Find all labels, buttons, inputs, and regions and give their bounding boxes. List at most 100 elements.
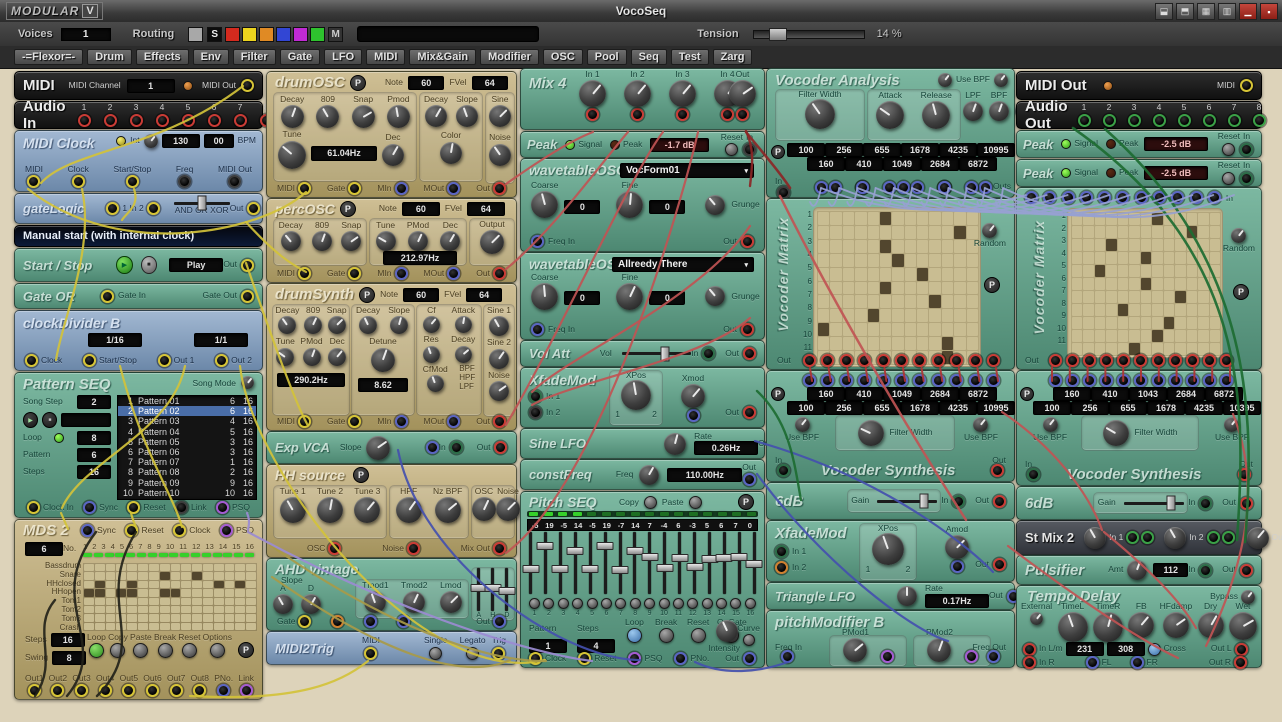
freq-display[interactable]: 256 (825, 401, 863, 415)
pattern-list-row[interactable]: 9Pattern 09916 (118, 478, 256, 488)
pno-port[interactable] (674, 652, 687, 665)
band-out-port[interactable] (1186, 354, 1199, 367)
grid-cell-r7-c1[interactable] (818, 295, 829, 308)
grid-cell-r3-c4[interactable] (855, 240, 866, 253)
nz-bpf-knob[interactable] (435, 497, 461, 523)
pmod-knob[interactable] (387, 105, 410, 128)
grid-cell-r1-c13[interactable] (1210, 213, 1220, 225)
grid-cell-r6-c14[interactable] (225, 606, 235, 613)
grid-cell-r5-c8[interactable] (160, 598, 170, 605)
grid-cell-r3-c9[interactable] (917, 240, 928, 253)
grid-cell-r10-c12[interactable] (954, 337, 965, 350)
grid-cell-r2-c15[interactable] (235, 572, 245, 579)
tension-slider[interactable] (753, 30, 865, 39)
external-knob[interactable] (1030, 612, 1043, 625)
grid-cell-r1-c3[interactable] (843, 212, 854, 225)
out-port[interactable] (493, 415, 506, 428)
decay-knob[interactable] (455, 346, 472, 363)
hpf-knob[interactable] (396, 497, 422, 523)
grid-cell-r5-c10[interactable] (929, 268, 940, 281)
grid-cell-r4-c10[interactable] (181, 589, 191, 596)
keys-icon[interactable]: ▥ (1218, 3, 1236, 20)
grid-cell-r6-c7[interactable] (1141, 278, 1151, 290)
tab-seq[interactable]: Seq (631, 49, 667, 65)
band-port[interactable] (1152, 374, 1165, 387)
decay-knob[interactable] (278, 316, 296, 334)
grid-cell-r5-c13[interactable] (967, 268, 978, 281)
grid-cell-r5-c14[interactable] (225, 598, 235, 605)
osc-port[interactable] (328, 542, 341, 555)
vol-att-out-port[interactable] (743, 347, 756, 360)
grid-cell-r5-c1[interactable] (84, 598, 94, 605)
link-port[interactable] (175, 501, 188, 514)
grid-cell-r9-c13[interactable] (1210, 317, 1220, 329)
grid-cell-r4-c11[interactable] (942, 254, 953, 267)
pattern-list-row[interactable]: 7Pattern 07116 (118, 457, 256, 467)
grid-cell-r3-c12[interactable] (203, 581, 213, 588)
grid-cell-r8-c1[interactable] (818, 309, 829, 322)
bpm-value[interactable]: 130 (162, 134, 200, 148)
freq-port[interactable] (178, 175, 191, 188)
freq-display[interactable]: 160 (1053, 387, 1091, 401)
grid-cell-r3-c5[interactable] (127, 581, 137, 588)
grid-cell-r9-c7[interactable] (1141, 317, 1151, 329)
bpf-knob[interactable] (989, 101, 1009, 121)
coarse-value[interactable]: 0 (564, 200, 600, 214)
band-out-port[interactable] (858, 354, 871, 367)
grid-cell-r10-c5[interactable] (868, 337, 879, 350)
band-port[interactable] (1098, 191, 1111, 204)
freq-display[interactable]: 1043 (1129, 387, 1167, 401)
grid-cell-r5-c2[interactable] (830, 268, 841, 281)
grid-cell-r3-c3[interactable] (843, 240, 854, 253)
grid-cell-r7-c5[interactable] (127, 614, 137, 621)
grid-cell-r2-c9[interactable] (171, 572, 181, 579)
grid-cell-r5-c7[interactable] (1141, 265, 1151, 277)
grid-cell-r8-c16[interactable] (246, 623, 256, 630)
mix4-out-port[interactable] (736, 108, 749, 121)
peak-in-port[interactable] (743, 143, 756, 156)
grid-cell-r6-c13[interactable] (967, 282, 978, 295)
step-led[interactable] (105, 553, 114, 557)
grid-cell-r8-c10[interactable] (929, 309, 940, 322)
grid-cell-r5-c7[interactable] (892, 268, 903, 281)
in-lm-port[interactable] (1023, 643, 1036, 656)
grid-cell-r4-c13[interactable] (967, 254, 978, 267)
reset-button[interactable] (182, 643, 197, 658)
curve-button[interactable] (743, 634, 755, 646)
grid-cell-r3-c9[interactable] (1164, 239, 1174, 251)
grid-cell-r5-c12[interactable] (954, 268, 965, 281)
freq-display[interactable]: 6872 (959, 157, 997, 171)
grid-cell-r7-c9[interactable] (171, 614, 181, 621)
seq-play-button[interactable]: ▶ (23, 412, 38, 428)
grid-cell-r8-c13[interactable] (214, 623, 224, 630)
grid-cell-r6-c8[interactable] (1152, 278, 1162, 290)
snap-knob[interactable] (352, 105, 375, 128)
grid-cell-r8-c9[interactable] (1164, 304, 1174, 316)
grid-cell-r10-c5[interactable] (1118, 330, 1128, 342)
grid-cell-r4-c2[interactable] (1083, 252, 1093, 264)
band-out-port[interactable] (877, 354, 890, 367)
band-port[interactable] (1171, 191, 1184, 204)
freq-display[interactable]: 100 (1033, 401, 1071, 415)
step-led[interactable] (616, 512, 625, 516)
grid-cell-r8-c5[interactable] (868, 309, 879, 322)
grid-cell-r9-c12[interactable] (1198, 317, 1208, 329)
grid-cell-r6-c6[interactable] (138, 606, 148, 613)
grid-cell-r7-c1[interactable] (1072, 291, 1082, 303)
grid-cell-r9-c11[interactable] (1187, 317, 1197, 329)
grid-cell-r7-c4[interactable] (855, 295, 866, 308)
step-value[interactable]: 14 (628, 521, 642, 530)
out4-port[interactable] (99, 684, 112, 697)
step-11-button[interactable] (673, 598, 684, 609)
midi-out-port[interactable] (1240, 79, 1253, 92)
out-1-port[interactable] (158, 354, 171, 367)
grid-cell-r8-c13[interactable] (967, 309, 978, 322)
grid-cell-r8-c4[interactable] (116, 623, 126, 630)
step-value[interactable]: 7 (728, 521, 742, 530)
grid-cell-r4-c5[interactable] (127, 589, 137, 596)
clock-port[interactable] (529, 652, 542, 665)
grid-cell-r8-c2[interactable] (830, 309, 841, 322)
grid-cell-r8-c11[interactable] (192, 623, 202, 630)
break-button[interactable] (158, 643, 173, 658)
tune-1-knob[interactable] (280, 497, 306, 523)
